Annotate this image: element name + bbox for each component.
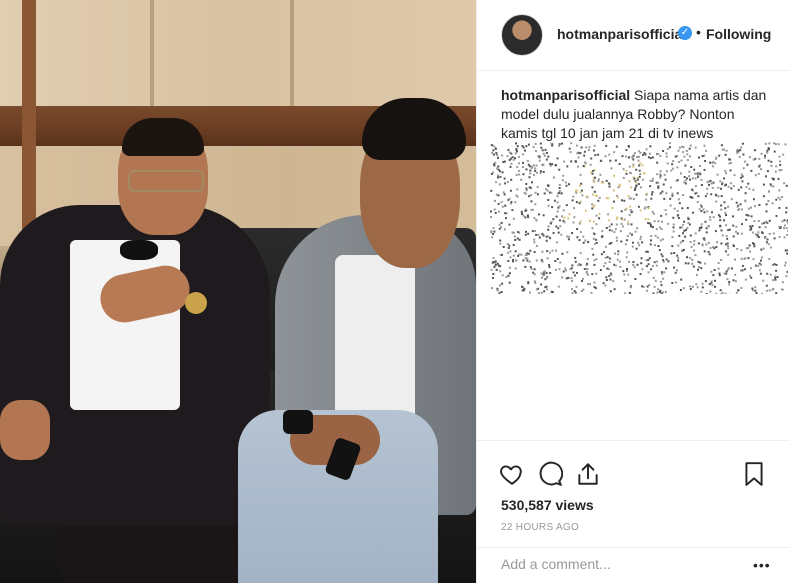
post-video[interactable] [0,0,476,583]
view-count[interactable]: 530,587 views [501,497,594,513]
pixelated-image-region [490,142,788,294]
share-icon[interactable] [575,461,601,487]
comment-input[interactable] [501,556,731,572]
caption-username[interactable]: hotmanparisofficial [501,87,630,103]
instagram-post: hotmanparisofficial ✓ • Following hotman… [0,0,790,583]
post-header: hotmanparisofficial ✓ • Following [477,0,790,71]
post-caption: hotmanparisofficial Siapa nama artis dan… [501,86,773,143]
username-link[interactable]: hotmanparisofficial [557,26,686,42]
more-options-icon[interactable]: ••• [753,557,771,573]
background-wall [0,0,476,108]
avatar[interactable] [501,14,543,56]
post-timestamp[interactable]: 22 HOURS AGO [501,522,579,533]
action-bar: 530,587 views 22 HOURS AGO ••• [477,440,790,584]
verified-badge-icon: ✓ [678,26,692,40]
comment-bubble-icon[interactable] [537,461,563,487]
separator-dot: • [696,24,701,40]
heart-icon[interactable] [499,461,525,487]
bookmark-icon[interactable] [741,461,767,487]
following-button[interactable]: Following [706,26,771,42]
comment-box: ••• [477,547,790,585]
